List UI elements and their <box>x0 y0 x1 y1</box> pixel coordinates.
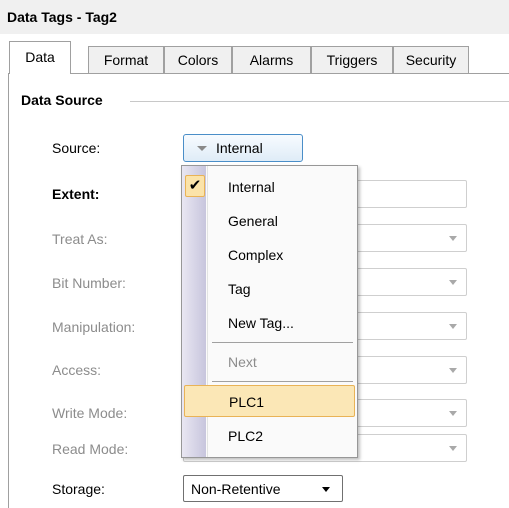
extent-label: Extent: <box>52 186 100 202</box>
tab-colors[interactable]: Colors <box>164 46 232 73</box>
access-label: Access: <box>52 362 102 378</box>
chevron-down-icon <box>449 236 457 241</box>
tab-security[interactable]: Security <box>393 46 469 73</box>
checkmark-icon: ✔ <box>185 175 205 197</box>
menu-item-complex[interactable]: Complex <box>184 239 355 271</box>
menu-item-label: PLC1 <box>229 394 265 410</box>
source-label: Source: <box>52 140 101 156</box>
menu-item-new-tag[interactable]: New Tag... <box>184 307 355 339</box>
treat-as-label: Treat As: <box>52 231 108 247</box>
chevron-down-icon <box>449 411 457 416</box>
tab-alarms[interactable]: Alarms <box>232 46 311 73</box>
chevron-down-icon <box>449 368 457 373</box>
read-mode-label: Read Mode: <box>52 441 129 457</box>
tab-triggers[interactable]: Triggers <box>311 46 393 73</box>
tab-format[interactable]: Format <box>88 46 164 73</box>
bit-number-label: Bit Number: <box>52 275 126 291</box>
chevron-down-icon <box>449 446 457 451</box>
menu-item-label: Next <box>228 354 257 370</box>
manipulation-label: Manipulation: <box>52 319 136 335</box>
source-dropdown-button[interactable]: Internal <box>183 134 303 162</box>
menu-item-label: Tag <box>228 281 251 297</box>
chevron-down-icon <box>449 280 457 285</box>
chevron-down-icon <box>322 487 330 492</box>
menu-item-next: Next <box>184 346 355 378</box>
menu-item-label: Complex <box>228 247 284 263</box>
tab-data[interactable]: Data <box>9 41 71 74</box>
menu-item-general[interactable]: General <box>184 205 355 237</box>
menu-item-plc1[interactable]: PLC1 <box>184 385 355 417</box>
source-dropdown-menu: ✔ Internal General Complex Tag New Tag..… <box>181 165 358 458</box>
group-divider <box>130 101 509 102</box>
menu-item-internal[interactable]: ✔ Internal <box>184 171 355 203</box>
menu-separator <box>212 381 353 382</box>
source-value: Internal <box>216 140 263 156</box>
storage-label: Storage: <box>52 481 105 497</box>
menu-item-plc2[interactable]: PLC2 <box>184 420 355 452</box>
menu-item-label: General <box>228 213 278 229</box>
menu-item-label: Internal <box>228 179 275 195</box>
storage-select[interactable]: Non-Retentive <box>183 475 343 502</box>
window-title: Data Tags - Tag2 <box>0 0 509 34</box>
write-mode-label: Write Mode: <box>52 405 128 421</box>
storage-value: Non-Retentive <box>191 481 281 497</box>
chevron-down-icon <box>449 324 457 329</box>
menu-separator <box>212 342 353 343</box>
menu-item-tag[interactable]: Tag <box>184 273 355 305</box>
menu-item-label: New Tag... <box>228 315 294 331</box>
dropdown-arrow-icon <box>197 146 207 151</box>
menu-item-label: PLC2 <box>228 428 264 444</box>
data-source-group-title: Data Source <box>21 92 103 108</box>
